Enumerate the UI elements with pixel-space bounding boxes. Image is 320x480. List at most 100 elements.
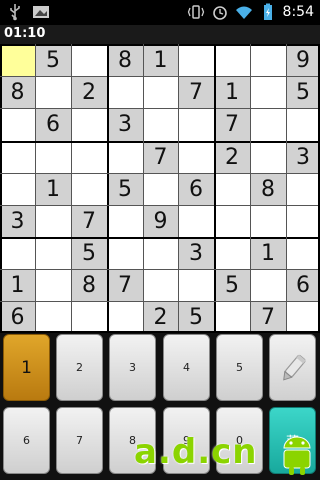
sudoku-cell[interactable]: 8	[71, 269, 107, 301]
sudoku-cell[interactable]: 5	[214, 269, 250, 301]
sudoku-cell[interactable]: 8	[0, 76, 35, 108]
sudoku-cell[interactable]: 5	[71, 237, 107, 269]
sudoku-cell[interactable]	[214, 205, 250, 237]
sudoku-cell[interactable]: 7	[214, 108, 250, 141]
sudoku-cell[interactable]	[71, 301, 107, 333]
sudoku-cell[interactable]: 3	[286, 141, 320, 173]
sudoku-cell[interactable]: 6	[178, 173, 214, 205]
sudoku-cell[interactable]	[178, 44, 214, 76]
sudoku-cell[interactable]	[286, 237, 320, 269]
timer-bar: 01:10	[0, 25, 320, 44]
sudoku-cell[interactable]	[214, 44, 250, 76]
sudoku-cell[interactable]	[35, 237, 71, 269]
number-key-5[interactable]: 5	[216, 334, 263, 401]
sudoku-cell[interactable]	[107, 205, 143, 237]
pencil-mode-button[interactable]	[269, 334, 316, 401]
sudoku-cell[interactable]	[286, 301, 320, 333]
sudoku-cell[interactable]: 5	[35, 44, 71, 76]
sudoku-cell[interactable]	[35, 301, 71, 333]
sudoku-cell[interactable]: 5	[286, 76, 320, 108]
sudoku-cell[interactable]	[71, 141, 107, 173]
gallery-icon	[33, 6, 49, 18]
sudoku-cell[interactable]	[143, 173, 178, 205]
sudoku-cell[interactable]	[35, 141, 71, 173]
number-key-9[interactable]: 9	[163, 407, 210, 474]
vibrate-icon	[187, 5, 204, 19]
sudoku-cell[interactable]: 1	[35, 173, 71, 205]
sudoku-cell[interactable]	[0, 44, 35, 76]
cell-divider	[0, 301, 320, 302]
number-key-7[interactable]: 7	[56, 407, 103, 474]
sudoku-cell[interactable]	[250, 108, 286, 141]
number-key-4[interactable]: 4	[163, 334, 210, 401]
sudoku-cell[interactable]	[107, 141, 143, 173]
sudoku-cell[interactable]	[143, 108, 178, 141]
sudoku-cell[interactable]	[214, 237, 250, 269]
sudoku-cell[interactable]: 2	[71, 76, 107, 108]
sudoku-cell[interactable]	[250, 44, 286, 76]
sudoku-cell[interactable]	[107, 237, 143, 269]
sudoku-cell[interactable]: 2	[214, 141, 250, 173]
alarm-icon	[212, 6, 227, 20]
sudoku-cell[interactable]	[71, 44, 107, 76]
sudoku-cell[interactable]: 7	[107, 269, 143, 301]
sudoku-cell[interactable]	[35, 76, 71, 108]
sudoku-cell[interactable]: 1	[250, 237, 286, 269]
sudoku-cell[interactable]	[0, 108, 35, 141]
number-key-1[interactable]: 1	[3, 334, 50, 401]
sudoku-cell[interactable]	[286, 108, 320, 141]
sudoku-cell[interactable]	[35, 269, 71, 301]
sudoku-cell[interactable]	[143, 76, 178, 108]
sudoku-cell[interactable]	[107, 76, 143, 108]
sudoku-cell[interactable]: 9	[143, 205, 178, 237]
cell-divider	[250, 44, 251, 333]
sudoku-cell[interactable]	[178, 269, 214, 301]
usb-icon	[10, 4, 20, 21]
sudoku-cell[interactable]	[71, 173, 107, 205]
sudoku-cell[interactable]	[178, 205, 214, 237]
sudoku-cell[interactable]	[214, 173, 250, 205]
sudoku-cell[interactable]: 7	[250, 301, 286, 333]
sudoku-cell[interactable]: 5	[178, 301, 214, 333]
sudoku-cell[interactable]: 1	[143, 44, 178, 76]
sudoku-cell[interactable]: 7	[178, 76, 214, 108]
sudoku-cell[interactable]	[250, 141, 286, 173]
sudoku-cell[interactable]: 3	[178, 237, 214, 269]
sudoku-cell[interactable]: 7	[143, 141, 178, 173]
sudoku-cell[interactable]: 6	[0, 301, 35, 333]
sudoku-cell[interactable]: 5	[107, 173, 143, 205]
number-key-2[interactable]: 2	[56, 334, 103, 401]
sudoku-cell[interactable]	[35, 205, 71, 237]
sudoku-cell[interactable]	[250, 205, 286, 237]
sudoku-cell[interactable]	[214, 301, 250, 333]
sudoku-cell[interactable]: 3	[107, 108, 143, 141]
sudoku-cell[interactable]	[143, 269, 178, 301]
sudoku-cell[interactable]	[286, 205, 320, 237]
sudoku-cell[interactable]: 6	[286, 269, 320, 301]
menu-key[interactable]: 菜	[269, 407, 316, 474]
sudoku-cell[interactable]: 1	[214, 76, 250, 108]
sudoku-cell[interactable]: 6	[35, 108, 71, 141]
number-key-6[interactable]: 6	[3, 407, 50, 474]
sudoku-cell[interactable]	[178, 108, 214, 141]
sudoku-cell[interactable]	[178, 141, 214, 173]
sudoku-cell[interactable]	[143, 237, 178, 269]
sudoku-cell[interactable]	[0, 173, 35, 205]
sudoku-cell[interactable]	[286, 173, 320, 205]
number-key-0[interactable]: 0	[216, 407, 263, 474]
sudoku-cell[interactable]: 9	[286, 44, 320, 76]
sudoku-cell[interactable]: 3	[0, 205, 35, 237]
sudoku-cell[interactable]	[250, 76, 286, 108]
sudoku-cell[interactable]: 7	[71, 205, 107, 237]
sudoku-cell[interactable]: 1	[0, 269, 35, 301]
number-key-3[interactable]: 3	[109, 334, 156, 401]
number-key-8[interactable]: 8	[109, 407, 156, 474]
sudoku-cell[interactable]: 8	[107, 44, 143, 76]
sudoku-cell[interactable]: 8	[250, 173, 286, 205]
sudoku-cell[interactable]	[107, 301, 143, 333]
sudoku-cell[interactable]	[71, 108, 107, 141]
sudoku-cell[interactable]	[0, 237, 35, 269]
sudoku-cell[interactable]	[250, 269, 286, 301]
sudoku-cell[interactable]: 2	[143, 301, 178, 333]
sudoku-cell[interactable]	[0, 141, 35, 173]
